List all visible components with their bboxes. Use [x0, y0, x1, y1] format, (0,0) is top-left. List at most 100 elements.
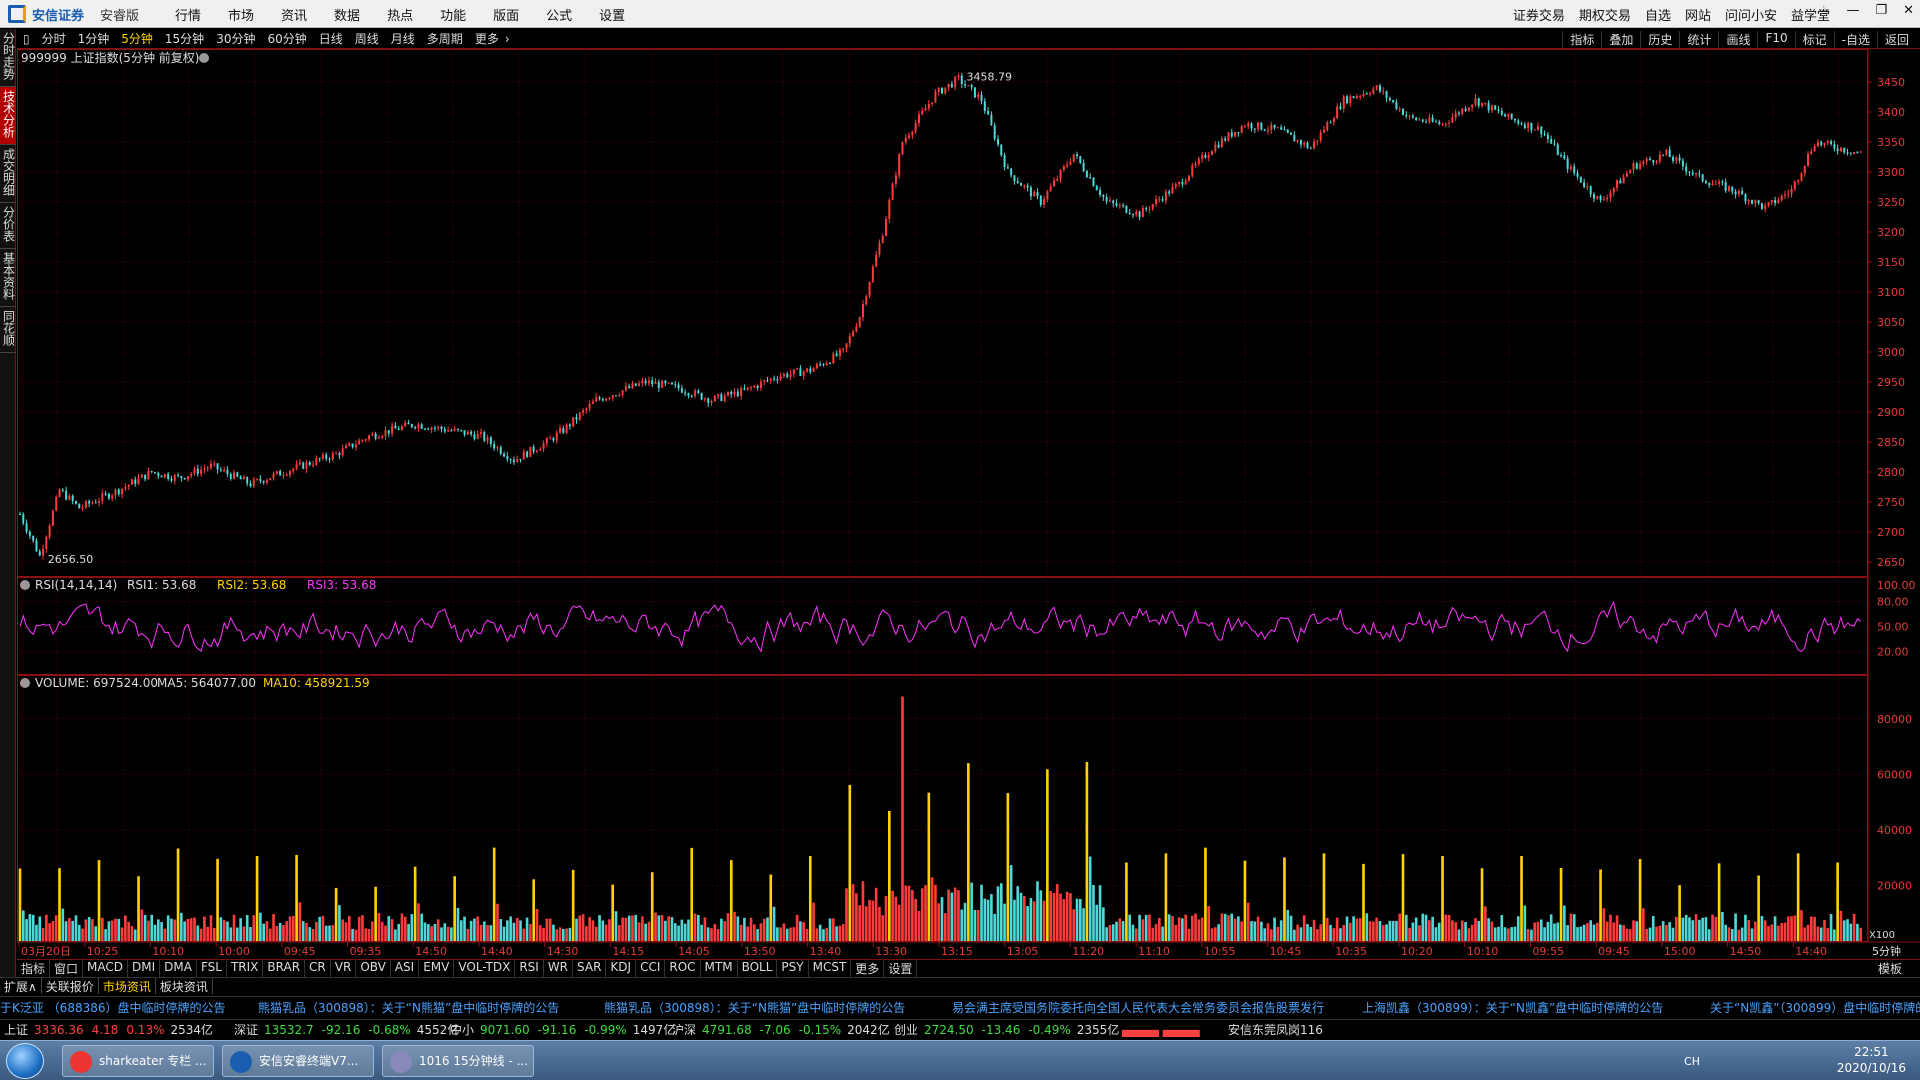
- close-icon[interactable]: ✕: [1903, 3, 1914, 18]
- chart-area[interactable]: 3450 3400 3350 3300 3250 3200 3150 3100 3050 3000…: [17, 49, 1920, 959]
- menu-item[interactable]: 数据: [334, 5, 360, 24]
- indicator-tab[interactable]: ROC: [665, 959, 701, 977]
- side-tab[interactable]: 技术分析: [0, 87, 16, 145]
- period-tab[interactable]: 分时: [36, 30, 72, 47]
- index-quote[interactable]: 创业 2724.50 -13.46 -0.49% 2355亿: [894, 1020, 1119, 1040]
- index-quote[interactable]: 上证 3336.36 4.18 0.13% 2534亿: [4, 1020, 213, 1040]
- index-quote[interactable]: 沪深 4791.68 -7.06 -0.15% 2042亿: [672, 1020, 890, 1040]
- indicator-tab[interactable]: OBV: [356, 959, 391, 977]
- indicator-tab[interactable]: DMA: [160, 959, 197, 977]
- side-tab[interactable]: 成交明细: [0, 145, 16, 203]
- restore-icon[interactable]: ❐: [1875, 3, 1887, 18]
- more-arrow-icon[interactable]: ›: [505, 32, 510, 46]
- taskbar-item[interactable]: 1016 15分钟线 - ...: [382, 1045, 534, 1077]
- indicator-tab[interactable]: 指标: [17, 959, 51, 977]
- side-tab[interactable]: 基本资料: [0, 249, 16, 307]
- side-tab[interactable]: 同花顺: [0, 307, 16, 353]
- skin-icon[interactable]: ☕: [1819, 3, 1831, 18]
- right-link[interactable]: 证券交易: [1513, 5, 1565, 24]
- indicator-tab[interactable]: DMI: [128, 959, 161, 977]
- news-item[interactable]: 上海凯鑫（300899）：关于“N凯鑫”盘中临时停牌的公告: [1362, 997, 1663, 1018]
- clock[interactable]: 22:51 2020/10/16: [1837, 1044, 1906, 1076]
- period-tab[interactable]: 周线: [349, 30, 385, 47]
- indicator-tab[interactable]: ASI: [391, 959, 420, 977]
- menu-item[interactable]: 行情: [175, 5, 201, 24]
- indicator-tab[interactable]: VOL-TDX: [454, 959, 516, 977]
- menu-item[interactable]: 热点: [387, 5, 413, 24]
- period-tab[interactable]: 30分钟: [210, 30, 261, 47]
- indicator-tab[interactable]: 更多: [851, 959, 885, 977]
- right-link[interactable]: 网站: [1685, 5, 1711, 24]
- bottom-tab[interactable]: 市场资讯: [99, 978, 156, 994]
- indicator-tab[interactable]: PSY: [777, 959, 809, 977]
- chart-tool-button[interactable]: -自选: [1833, 31, 1877, 48]
- index-quote[interactable]: 中小 9071.60 -91.16 -0.99% 1497亿: [450, 1020, 675, 1040]
- menu-item[interactable]: 设置: [599, 5, 625, 24]
- chart-tool-button[interactable]: 统计: [1679, 31, 1718, 48]
- right-link[interactable]: 问问小安: [1725, 5, 1777, 24]
- indicator-tab[interactable]: 窗口: [50, 959, 84, 977]
- index-quote[interactable]: 深证 13532.7 -92.16 -0.68% 4552亿: [234, 1020, 459, 1040]
- chart-tool-button[interactable]: 标记: [1794, 31, 1834, 48]
- taskbar-item[interactable]: 安信安睿终端V7...: [222, 1045, 374, 1077]
- volume-tick-label: 80000: [1877, 713, 1912, 726]
- chart-tool-button[interactable]: 画线: [1718, 31, 1757, 48]
- news-item[interactable]: 熊猫乳品（300898）：关于“N熊猫”盘中临时停牌的公告: [258, 997, 559, 1018]
- chart-tool-button[interactable]: 返回: [1876, 31, 1916, 48]
- bottom-tab[interactable]: 扩展∧: [0, 978, 42, 994]
- news-item[interactable]: 易会满主席受国务院委托向全国人民代表大会常务委员会报告股票发行: [952, 997, 1324, 1018]
- start-button[interactable]: [6, 1043, 44, 1079]
- period-tab[interactable]: 15分钟: [159, 30, 210, 47]
- period-tab[interactable]: 日线: [313, 30, 349, 47]
- language-indicator[interactable]: CH: [1684, 1055, 1700, 1068]
- time-label: 10:25: [87, 945, 119, 958]
- menu-item[interactable]: 资讯: [281, 5, 307, 24]
- template-button[interactable]: 模板: [1878, 960, 1902, 977]
- indicator-tab[interactable]: CCI: [636, 959, 666, 977]
- indicator-tab[interactable]: RSI: [515, 959, 544, 977]
- chart-tool-button[interactable]: 指标: [1562, 31, 1601, 48]
- bottom-tab[interactable]: 板块资讯: [156, 978, 213, 994]
- indicator-tab[interactable]: BRAR: [263, 959, 306, 977]
- toggle-panel-icon[interactable]: ▯: [17, 32, 36, 46]
- news-item[interactable]: 熊猫乳品（300898）：关于“N熊猫”盘中临时停牌的公告: [604, 997, 905, 1018]
- chart-tool-button[interactable]: 历史: [1640, 31, 1679, 48]
- indicator-tab[interactable]: EMV: [419, 959, 455, 977]
- period-tab[interactable]: 多周期: [421, 30, 469, 47]
- period-tab[interactable]: 60分钟: [261, 30, 312, 47]
- indicator-tab[interactable]: TRIX: [227, 959, 264, 977]
- minimize-icon[interactable]: —: [1846, 3, 1859, 18]
- volume-collapse-icon[interactable]: [20, 678, 30, 688]
- indicator-tab[interactable]: 设置: [884, 959, 918, 977]
- right-link[interactable]: 期权交易: [1579, 5, 1631, 24]
- period-tab[interactable]: 1分钟: [72, 30, 116, 47]
- menu-item[interactable]: 公式: [546, 5, 572, 24]
- indicator-tab[interactable]: BOLL: [738, 959, 778, 977]
- side-tab[interactable]: 分价表: [0, 203, 16, 249]
- indicator-tab[interactable]: KDJ: [606, 959, 637, 977]
- indicator-tab[interactable]: SAR: [573, 959, 607, 977]
- menu-item[interactable]: 版面: [493, 5, 519, 24]
- news-item[interactable]: 于K泛亚 （688386）盘中临时停牌的公告: [0, 997, 226, 1018]
- indicator-tab[interactable]: WR: [544, 959, 574, 977]
- indicator-tab[interactable]: MCST: [809, 959, 852, 977]
- period-tab[interactable]: 5分钟: [115, 30, 159, 47]
- rsi-collapse-icon[interactable]: [20, 580, 30, 590]
- chart-tool-button[interactable]: F10: [1757, 31, 1794, 48]
- period-tab[interactable]: 更多: [469, 30, 505, 47]
- indicator-tab[interactable]: FSL: [197, 959, 227, 977]
- chart-tool-button[interactable]: 叠加: [1601, 31, 1640, 48]
- settings-dot-icon[interactable]: [199, 53, 209, 63]
- period-tab[interactable]: 月线: [385, 30, 421, 47]
- indicator-tab[interactable]: MACD: [83, 959, 129, 977]
- indicator-tab[interactable]: CR: [305, 959, 331, 977]
- indicator-tab[interactable]: MTM: [701, 959, 738, 977]
- indicator-tab[interactable]: VR: [331, 959, 357, 977]
- taskbar-item[interactable]: sharkeater 专栏 ...: [62, 1045, 214, 1077]
- right-link[interactable]: 自选: [1645, 5, 1671, 24]
- menu-item[interactable]: 功能: [440, 5, 466, 24]
- news-item[interactable]: 关于“N凯鑫”（300899）盘中临时停牌的公: [1710, 997, 1920, 1018]
- menu-item[interactable]: 市场: [228, 5, 254, 24]
- bottom-tab[interactable]: 关联报价: [42, 978, 99, 994]
- side-tab[interactable]: 分时走势: [0, 29, 16, 87]
